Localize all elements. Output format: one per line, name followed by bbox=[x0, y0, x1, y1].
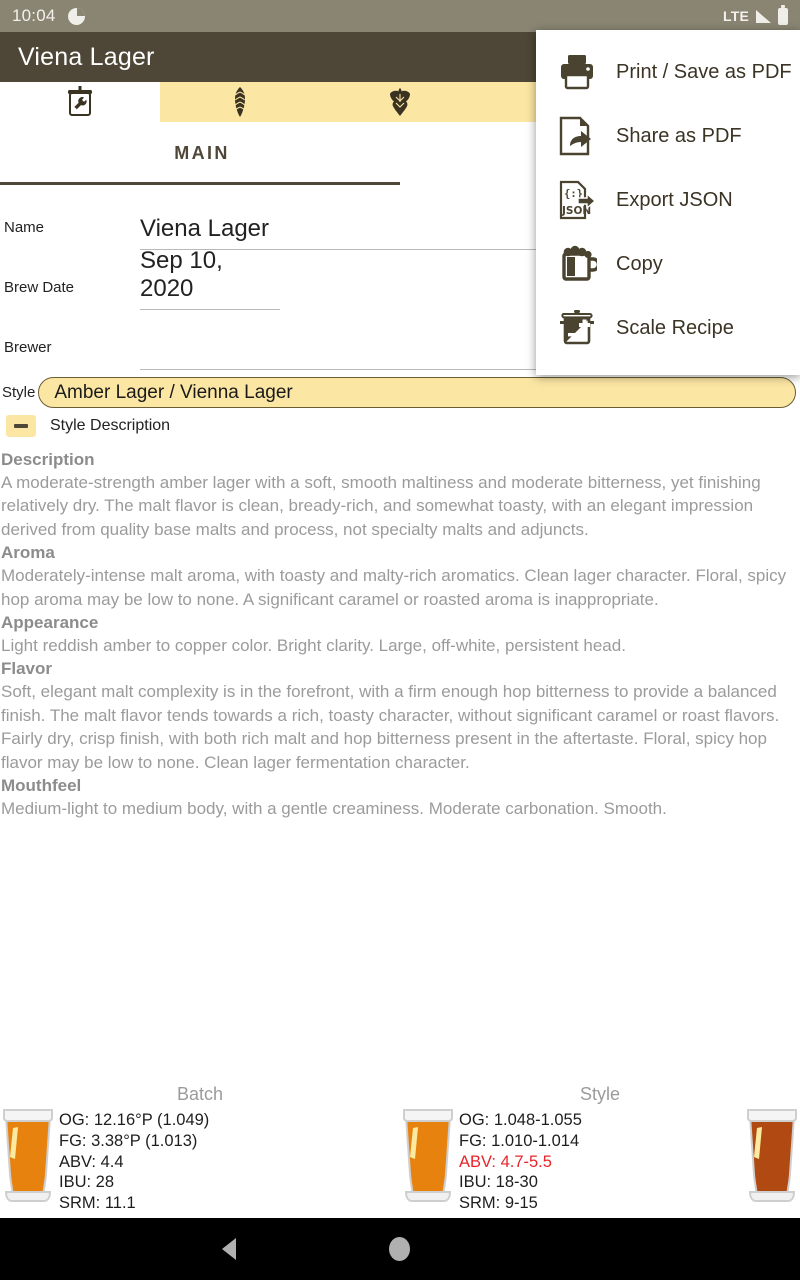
section-text-description: A moderate-strength amber lager with a s… bbox=[1, 473, 761, 539]
system-nav-bar bbox=[0, 1218, 800, 1280]
brew-date-input[interactable]: Sep 10, 2020 bbox=[140, 247, 280, 310]
style-stats-group: OG: 1.048-1.055 FG: 1.010-1.014 ABV: 4.7… bbox=[400, 1106, 582, 1214]
tab-main[interactable] bbox=[0, 82, 160, 122]
minus-icon[interactable] bbox=[6, 415, 36, 437]
tab-main-label[interactable]: MAIN bbox=[174, 143, 230, 164]
menu-item-label: Share as PDF bbox=[616, 124, 742, 147]
menu-item-scale-recipe[interactable]: Scale Recipe bbox=[536, 296, 800, 360]
menu-item-label: Copy bbox=[616, 252, 663, 275]
brew-date-label: Brew Date bbox=[4, 279, 75, 296]
beer-glass-icon bbox=[0, 1106, 56, 1211]
style-stat-abv: ABV: 4.7-5.5 bbox=[459, 1152, 552, 1171]
style-description-toggle-label: Style Description bbox=[50, 417, 171, 434]
section-heading-description: Description bbox=[1, 450, 95, 469]
beer-mug-icon bbox=[556, 243, 598, 285]
signal-icon bbox=[756, 9, 771, 23]
tab-active-indicator bbox=[0, 182, 400, 185]
style-stat-fg: FG: 1.010-1.014 bbox=[459, 1131, 580, 1150]
section-text-flavor: Soft, elegant malt complexity is in the … bbox=[1, 682, 780, 772]
menu-item-print-save-pdf[interactable]: Print / Save as PDF bbox=[536, 40, 800, 104]
json-export-icon: {:} JSON bbox=[556, 179, 598, 221]
section-heading-appearance: Appearance bbox=[1, 613, 99, 633]
status-bar: 10:04 LTE bbox=[0, 0, 800, 32]
brew-pot-wrench-icon bbox=[65, 86, 95, 118]
grain-icon bbox=[229, 86, 251, 118]
batch-stats-group: OG: 12.16°P (1.049) FG: 3.38°P (1.013) A… bbox=[0, 1106, 209, 1214]
share-document-icon bbox=[556, 115, 598, 157]
section-text-appearance: Light reddish amber to copper color. Bri… bbox=[1, 636, 626, 656]
page-title: Viena Lager bbox=[18, 42, 155, 71]
hop-icon bbox=[387, 86, 413, 118]
tab-hops[interactable] bbox=[320, 82, 480, 122]
menu-item-share-pdf[interactable]: Share as PDF bbox=[536, 104, 800, 168]
menu-item-label: Print / Save as PDF bbox=[616, 60, 792, 83]
batch-stats-title: Batch bbox=[176, 1084, 224, 1104]
status-bar-right: LTE bbox=[722, 4, 788, 25]
batch-stat-list: OG: 12.16°P (1.049) FG: 3.38°P (1.013) A… bbox=[56, 1106, 209, 1214]
beer-glass-icon bbox=[400, 1106, 456, 1211]
section-text-aroma: Moderately-intense malt aroma, with toas… bbox=[1, 566, 787, 609]
scale-pot-icon bbox=[556, 307, 598, 349]
batch-stat-fg: FG: 3.38°P (1.013) bbox=[59, 1131, 198, 1150]
style-description-toggle[interactable]: Style Description bbox=[6, 415, 170, 437]
battery-icon bbox=[778, 4, 788, 25]
menu-item-label: Scale Recipe bbox=[616, 316, 734, 339]
menu-item-copy[interactable]: Copy bbox=[536, 232, 800, 296]
style-description-body: Description A moderate-strength amber la… bbox=[0, 448, 794, 820]
style-row: Style Amber Lager / Vienna Lager bbox=[0, 376, 800, 409]
section-heading-aroma: Aroma bbox=[1, 543, 55, 563]
batch-stat-srm: SRM: 11.1 bbox=[59, 1194, 136, 1213]
style-color-glass-group bbox=[744, 1106, 800, 1211]
stats-bar: Batch Style OG: 12.16°P (1.049) FG: 3.38… bbox=[0, 1084, 800, 1218]
status-bar-left: 10:04 bbox=[12, 6, 85, 26]
style-stats-title: Style bbox=[579, 1084, 621, 1104]
name-label: Name bbox=[4, 219, 45, 236]
home-circle-icon[interactable] bbox=[389, 1237, 410, 1261]
batch-stat-abv: ABV: 4.4 bbox=[59, 1152, 124, 1171]
batch-stat-og: OG: 12.16°P (1.049) bbox=[59, 1111, 210, 1129]
section-heading-mouthfeel: Mouthfeel bbox=[1, 776, 82, 796]
back-triangle-icon[interactable] bbox=[222, 1238, 236, 1260]
menu-item-label: Export JSON bbox=[616, 188, 733, 211]
brewer-label: Brewer bbox=[4, 339, 52, 356]
app-screen: 10:04 LTE Viena Lager MAIN Name Viena La… bbox=[0, 0, 800, 1280]
style-stat-ibu: IBU: 18-30 bbox=[459, 1173, 538, 1192]
style-stat-og: OG: 1.048-1.055 bbox=[459, 1111, 582, 1129]
style-select[interactable]: Amber Lager / Vienna Lager bbox=[38, 377, 796, 408]
printer-icon bbox=[556, 51, 598, 93]
tab-fermentables[interactable] bbox=[160, 82, 320, 122]
overflow-menu: Print / Save as PDF Share as PDF {:} JSO… bbox=[536, 30, 800, 375]
menu-item-export-json[interactable]: {:} JSON Export JSON bbox=[536, 168, 800, 232]
batch-stat-ibu: IBU: 28 bbox=[59, 1173, 115, 1192]
status-time: 10:04 bbox=[12, 6, 56, 25]
style-label: Style bbox=[2, 384, 36, 401]
section-heading-flavor: Flavor bbox=[1, 659, 53, 679]
section-text-mouthfeel: Medium-light to medium body, with a gent… bbox=[1, 799, 667, 819]
network-type-label: LTE bbox=[722, 8, 749, 24]
style-stat-srm: SRM: 9-15 bbox=[459, 1194, 538, 1213]
style-stat-list: OG: 1.048-1.055 FG: 1.010-1.014 ABV: 4.7… bbox=[456, 1106, 582, 1214]
clock-icon bbox=[67, 7, 85, 25]
beer-glass-icon bbox=[744, 1106, 800, 1211]
